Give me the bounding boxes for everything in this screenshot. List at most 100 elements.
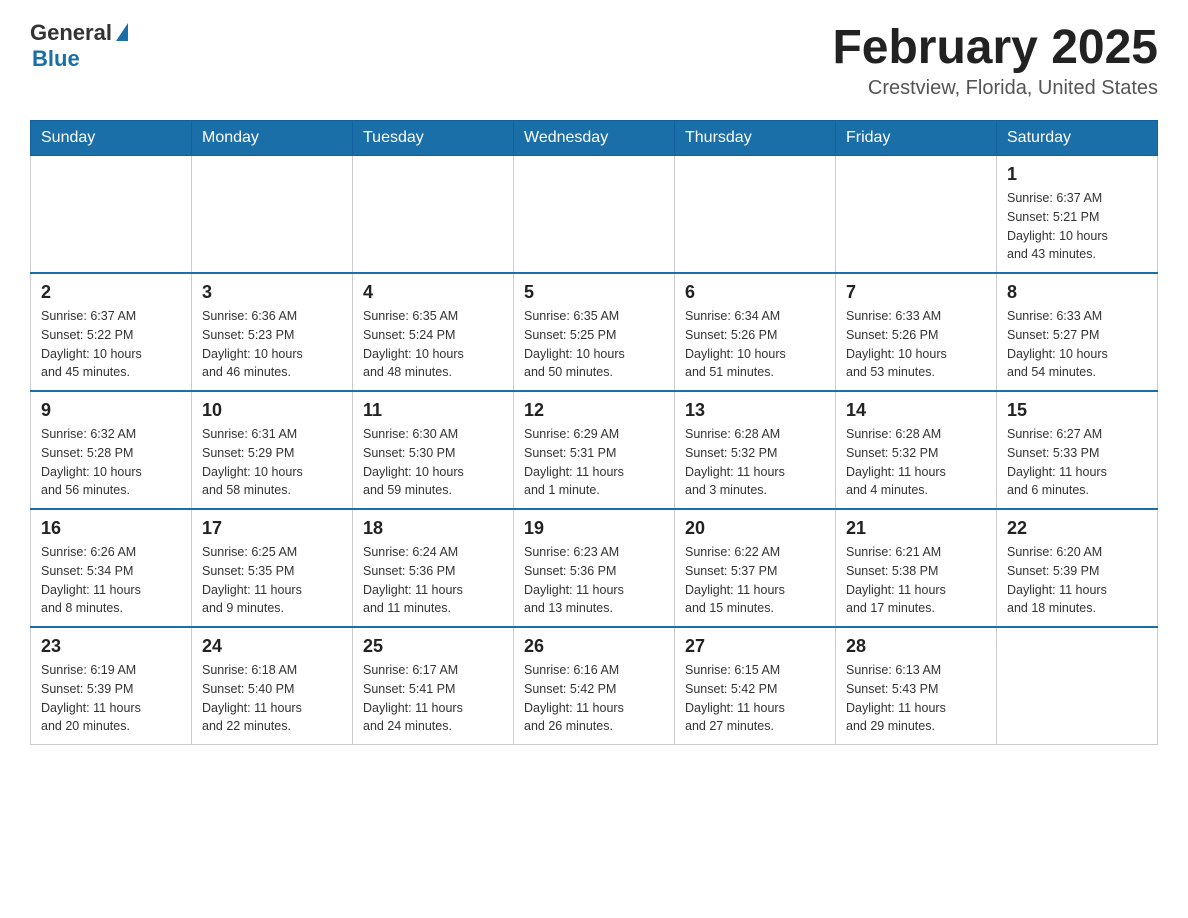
calendar-row: 9Sunrise: 6:32 AM Sunset: 5:28 PM Daylig… bbox=[31, 391, 1158, 509]
day-info: Sunrise: 6:26 AM Sunset: 5:34 PM Dayligh… bbox=[41, 543, 181, 618]
day-info: Sunrise: 6:25 AM Sunset: 5:35 PM Dayligh… bbox=[202, 543, 342, 618]
calendar-cell: 8 Sunrise: 6:33 AM Sunset: 5:27 PM Daylig… bbox=[997, 273, 1158, 391]
calendar-cell: 19 Sunrise: 6:23 AM Sunset: 5:36 PM Dayli… bbox=[514, 509, 675, 627]
calendar-cell: 24 Sunrise: 6:18 AM Sunset: 5:40 PM Dayli… bbox=[192, 627, 353, 745]
day-number: 4 bbox=[363, 282, 503, 303]
day-number: 5 bbox=[524, 282, 664, 303]
calendar-cell: 12Sunrise: 6:29 AM Sunset: 5:31 PM Dayli… bbox=[514, 391, 675, 509]
day-number: 8 bbox=[1007, 282, 1147, 303]
calendar-cell: 18 Sunrise: 6:24 AM Sunset: 5:36 PM Dayli… bbox=[353, 509, 514, 627]
day-info: Sunrise: 6:21 AM Sunset: 5:38 PM Dayligh… bbox=[846, 543, 986, 618]
calendar-cell: 16 Sunrise: 6:26 AM Sunset: 5:34 PM Dayli… bbox=[31, 509, 192, 627]
day-info: Sunrise: 6:15 AM Sunset: 5:42 PM Dayligh… bbox=[685, 661, 825, 736]
day-info: Sunrise: 6:18 AM Sunset: 5:40 PM Dayligh… bbox=[202, 661, 342, 736]
calendar-cell: 25 Sunrise: 6:17 AM Sunset: 5:41 PM Dayli… bbox=[353, 627, 514, 745]
day-info: Sunrise: 6:27 AM Sunset: 5:33 PM Dayligh… bbox=[1007, 425, 1147, 500]
calendar-cell: 3 Sunrise: 6:36 AM Sunset: 5:23 PM Daylig… bbox=[192, 273, 353, 391]
day-info: Sunrise: 6:32 AM Sunset: 5:28 PM Dayligh… bbox=[41, 425, 181, 500]
day-info: Sunrise: 6:33 AM Sunset: 5:27 PM Dayligh… bbox=[1007, 307, 1147, 382]
day-info: Sunrise: 6:17 AM Sunset: 5:41 PM Dayligh… bbox=[363, 661, 503, 736]
weekday-header: Saturday bbox=[997, 121, 1158, 156]
calendar-table: SundayMondayTuesdayWednesdayThursdayFrid… bbox=[30, 120, 1158, 745]
day-number: 11 bbox=[363, 400, 503, 421]
day-info: Sunrise: 6:37 AM Sunset: 5:22 PM Dayligh… bbox=[41, 307, 181, 382]
calendar-cell: 23 Sunrise: 6:19 AM Sunset: 5:39 PM Dayli… bbox=[31, 627, 192, 745]
calendar-cell: 6 Sunrise: 6:34 AM Sunset: 5:26 PM Daylig… bbox=[675, 273, 836, 391]
day-number: 2 bbox=[41, 282, 181, 303]
calendar-cell: 11Sunrise: 6:30 AM Sunset: 5:30 PM Dayli… bbox=[353, 391, 514, 509]
weekday-header: Tuesday bbox=[353, 121, 514, 156]
logo: General Blue bbox=[30, 20, 128, 72]
day-number: 28 bbox=[846, 636, 986, 657]
day-info: Sunrise: 6:13 AM Sunset: 5:43 PM Dayligh… bbox=[846, 661, 986, 736]
calendar-row: 16 Sunrise: 6:26 AM Sunset: 5:34 PM Dayli… bbox=[31, 509, 1158, 627]
weekday-header: Sunday bbox=[31, 121, 192, 156]
day-number: 19 bbox=[524, 518, 664, 539]
calendar-cell: 20Sunrise: 6:22 AM Sunset: 5:37 PM Dayli… bbox=[675, 509, 836, 627]
day-number: 12 bbox=[524, 400, 664, 421]
day-number: 3 bbox=[202, 282, 342, 303]
day-info: Sunrise: 6:33 AM Sunset: 5:26 PM Dayligh… bbox=[846, 307, 986, 382]
calendar-row: 1 Sunrise: 6:37 AM Sunset: 5:21 PM Daylig… bbox=[31, 156, 1158, 274]
day-info: Sunrise: 6:20 AM Sunset: 5:39 PM Dayligh… bbox=[1007, 543, 1147, 618]
calendar-cell: 7 Sunrise: 6:33 AM Sunset: 5:26 PM Daylig… bbox=[836, 273, 997, 391]
day-number: 13 bbox=[685, 400, 825, 421]
month-title: February 2025 bbox=[832, 20, 1158, 75]
calendar-cell: 1 Sunrise: 6:37 AM Sunset: 5:21 PM Daylig… bbox=[997, 156, 1158, 274]
calendar-cell: 17 Sunrise: 6:25 AM Sunset: 5:35 PM Dayli… bbox=[192, 509, 353, 627]
calendar-cell bbox=[514, 156, 675, 274]
day-number: 21 bbox=[846, 518, 986, 539]
calendar-cell bbox=[675, 156, 836, 274]
calendar-row: 2 Sunrise: 6:37 AM Sunset: 5:22 PM Daylig… bbox=[31, 273, 1158, 391]
day-info: Sunrise: 6:22 AM Sunset: 5:37 PM Dayligh… bbox=[685, 543, 825, 618]
calendar-cell: 22Sunrise: 6:20 AM Sunset: 5:39 PM Dayli… bbox=[997, 509, 1158, 627]
calendar-cell: 28 Sunrise: 6:13 AM Sunset: 5:43 PM Dayli… bbox=[836, 627, 997, 745]
day-info: Sunrise: 6:34 AM Sunset: 5:26 PM Dayligh… bbox=[685, 307, 825, 382]
logo-triangle-icon bbox=[116, 23, 128, 41]
calendar-cell: 4 Sunrise: 6:35 AM Sunset: 5:24 PM Daylig… bbox=[353, 273, 514, 391]
calendar-cell: 13 Sunrise: 6:28 AM Sunset: 5:32 PM Dayli… bbox=[675, 391, 836, 509]
day-number: 24 bbox=[202, 636, 342, 657]
day-number: 1 bbox=[1007, 164, 1147, 185]
calendar-cell bbox=[997, 627, 1158, 745]
calendar-cell bbox=[192, 156, 353, 274]
weekday-header: Thursday bbox=[675, 121, 836, 156]
logo-general-text: General bbox=[30, 20, 112, 46]
day-number: 23 bbox=[41, 636, 181, 657]
calendar-cell: 5 Sunrise: 6:35 AM Sunset: 5:25 PM Daylig… bbox=[514, 273, 675, 391]
weekday-header: Friday bbox=[836, 121, 997, 156]
day-number: 14 bbox=[846, 400, 986, 421]
calendar-row: 23 Sunrise: 6:19 AM Sunset: 5:39 PM Dayli… bbox=[31, 627, 1158, 745]
day-number: 6 bbox=[685, 282, 825, 303]
day-number: 16 bbox=[41, 518, 181, 539]
day-number: 10 bbox=[202, 400, 342, 421]
day-info: Sunrise: 6:37 AM Sunset: 5:21 PM Dayligh… bbox=[1007, 189, 1147, 264]
day-number: 17 bbox=[202, 518, 342, 539]
day-number: 25 bbox=[363, 636, 503, 657]
day-number: 15 bbox=[1007, 400, 1147, 421]
calendar-cell: 21 Sunrise: 6:21 AM Sunset: 5:38 PM Dayli… bbox=[836, 509, 997, 627]
calendar-cell: 9Sunrise: 6:32 AM Sunset: 5:28 PM Daylig… bbox=[31, 391, 192, 509]
day-number: 27 bbox=[685, 636, 825, 657]
weekday-header: Monday bbox=[192, 121, 353, 156]
day-info: Sunrise: 6:35 AM Sunset: 5:24 PM Dayligh… bbox=[363, 307, 503, 382]
calendar-cell: 14 Sunrise: 6:28 AM Sunset: 5:32 PM Dayli… bbox=[836, 391, 997, 509]
calendar-cell: 15 Sunrise: 6:27 AM Sunset: 5:33 PM Dayli… bbox=[997, 391, 1158, 509]
calendar-cell: 26 Sunrise: 6:16 AM Sunset: 5:42 PM Dayli… bbox=[514, 627, 675, 745]
day-number: 7 bbox=[846, 282, 986, 303]
day-info: Sunrise: 6:28 AM Sunset: 5:32 PM Dayligh… bbox=[685, 425, 825, 500]
day-number: 26 bbox=[524, 636, 664, 657]
page-header: General Blue February 2025 Crestview, Fl… bbox=[30, 20, 1158, 100]
calendar-cell: 27 Sunrise: 6:15 AM Sunset: 5:42 PM Dayli… bbox=[675, 627, 836, 745]
day-info: Sunrise: 6:23 AM Sunset: 5:36 PM Dayligh… bbox=[524, 543, 664, 618]
day-info: Sunrise: 6:19 AM Sunset: 5:39 PM Dayligh… bbox=[41, 661, 181, 736]
day-info: Sunrise: 6:16 AM Sunset: 5:42 PM Dayligh… bbox=[524, 661, 664, 736]
weekday-header-row: SundayMondayTuesdayWednesdayThursdayFrid… bbox=[31, 121, 1158, 156]
calendar-cell: 2 Sunrise: 6:37 AM Sunset: 5:22 PM Daylig… bbox=[31, 273, 192, 391]
day-info: Sunrise: 6:36 AM Sunset: 5:23 PM Dayligh… bbox=[202, 307, 342, 382]
day-info: Sunrise: 6:35 AM Sunset: 5:25 PM Dayligh… bbox=[524, 307, 664, 382]
day-info: Sunrise: 6:24 AM Sunset: 5:36 PM Dayligh… bbox=[363, 543, 503, 618]
day-info: Sunrise: 6:28 AM Sunset: 5:32 PM Dayligh… bbox=[846, 425, 986, 500]
day-number: 18 bbox=[363, 518, 503, 539]
logo-blue-text: Blue bbox=[32, 46, 80, 71]
